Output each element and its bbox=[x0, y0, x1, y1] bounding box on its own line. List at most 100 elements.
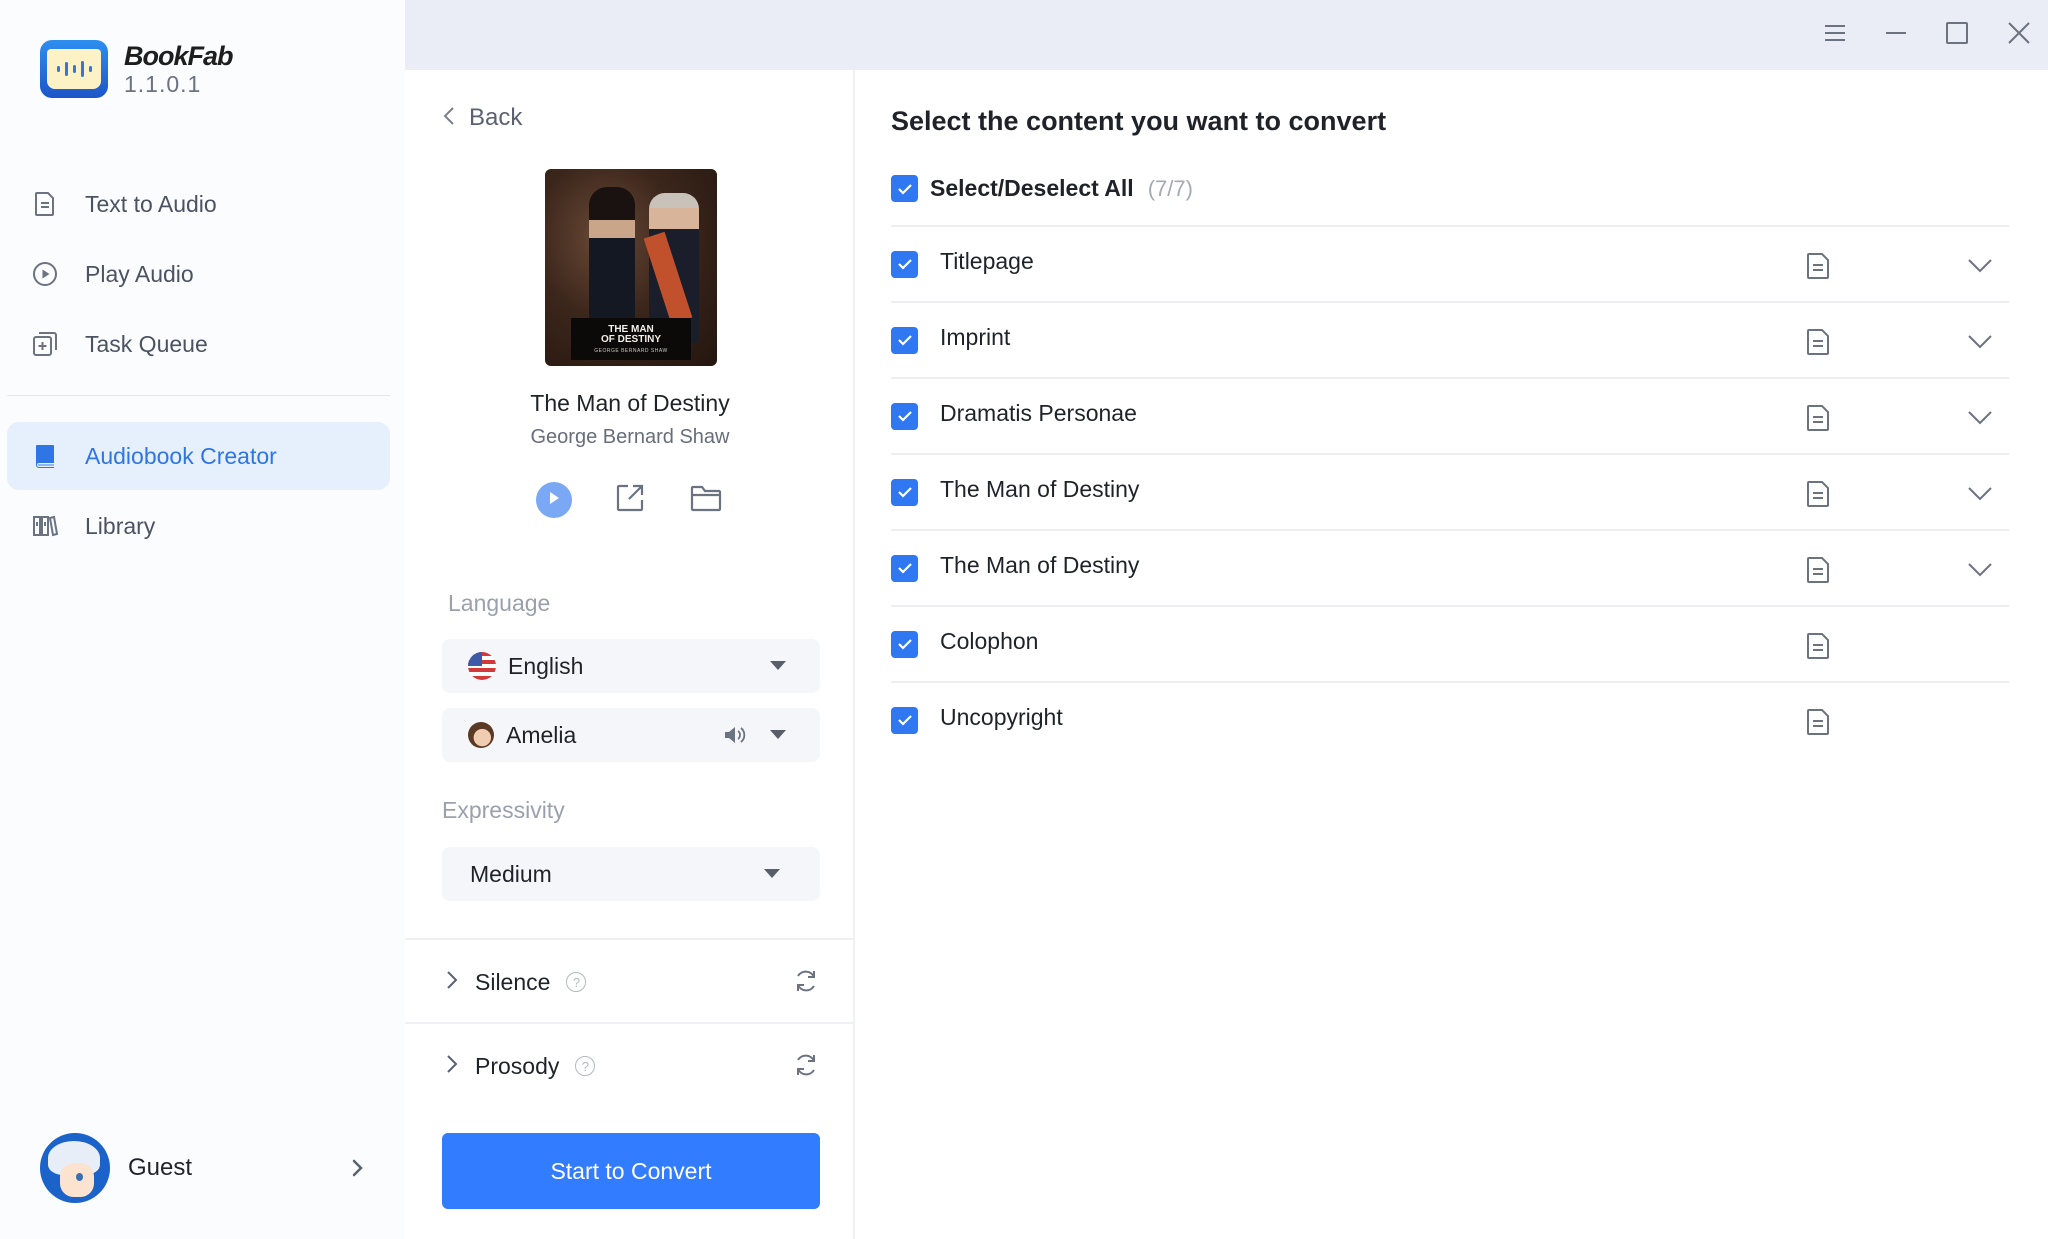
list-item: Colophon bbox=[891, 605, 2009, 681]
list-item: Uncopyright bbox=[891, 681, 2009, 757]
external-link-icon bbox=[614, 482, 646, 519]
list-item: The Man of Destiny bbox=[891, 453, 2009, 529]
chevron-down-icon[interactable] bbox=[1966, 329, 1994, 353]
sidebar-item-task-queue[interactable]: Task Queue bbox=[7, 310, 390, 378]
silence-section[interactable]: Silence ? bbox=[405, 940, 855, 1024]
book-author: George Bernard Shaw bbox=[530, 426, 730, 448]
open-folder-button[interactable] bbox=[688, 482, 724, 518]
document-preview-icon[interactable] bbox=[1803, 707, 1833, 737]
document-preview-icon[interactable] bbox=[1803, 555, 1833, 585]
menu-icon bbox=[1823, 23, 1847, 48]
document-preview-icon[interactable] bbox=[1803, 403, 1833, 433]
task-queue-icon bbox=[31, 330, 59, 358]
us-flag-icon bbox=[468, 652, 496, 680]
item-checkbox[interactable] bbox=[891, 706, 918, 734]
chevron-right-icon bbox=[445, 969, 459, 996]
close-icon bbox=[2007, 21, 2031, 50]
bookfab-logo-icon bbox=[40, 40, 108, 98]
book-title: The Man of Destiny bbox=[530, 390, 730, 416]
minimize-button[interactable] bbox=[1876, 15, 1916, 55]
item-label: Colophon bbox=[940, 627, 1039, 654]
menu-button[interactable] bbox=[1815, 15, 1855, 55]
language-select[interactable]: English bbox=[442, 639, 820, 693]
start-to-convert-button[interactable]: Start to Convert bbox=[442, 1133, 820, 1209]
select-all-row[interactable]: Select/Deselect All (7/7) bbox=[891, 175, 1193, 202]
item-label: Imprint bbox=[940, 323, 1011, 350]
sidebar-divider bbox=[7, 395, 390, 396]
voice-select[interactable]: Amelia bbox=[442, 708, 820, 762]
item-label: Dramatis Personae bbox=[940, 399, 1137, 426]
maximize-icon bbox=[1945, 21, 1969, 50]
document-preview-icon[interactable] bbox=[1803, 251, 1833, 281]
item-checkbox[interactable] bbox=[891, 630, 918, 658]
brand: BookFab 1.1.0.1 bbox=[40, 40, 234, 98]
select-all-count: (7/7) bbox=[1147, 175, 1193, 201]
help-icon[interactable]: ? bbox=[575, 1056, 596, 1076]
chevron-down-icon[interactable] bbox=[1966, 481, 1994, 505]
item-label: The Man of Destiny bbox=[940, 551, 1140, 578]
sidebar-item-audiobook-creator[interactable]: Audiobook Creator bbox=[7, 422, 390, 490]
document-icon bbox=[31, 190, 59, 218]
item-checkbox[interactable] bbox=[891, 326, 918, 354]
item-checkbox[interactable] bbox=[891, 554, 918, 582]
language-label: Language bbox=[448, 590, 551, 616]
close-button[interactable] bbox=[1999, 15, 2039, 55]
export-button[interactable] bbox=[612, 482, 648, 518]
expressivity-select[interactable]: Medium bbox=[442, 847, 820, 901]
select-all-label: Select/Deselect All bbox=[930, 175, 1134, 201]
document-preview-icon[interactable] bbox=[1803, 631, 1833, 661]
caret-down-icon bbox=[770, 730, 786, 739]
item-label: Uncopyright bbox=[940, 703, 1063, 730]
content-list: Titlepage Imprint Dramatis Personae The … bbox=[891, 225, 2009, 757]
select-all-checkbox[interactable] bbox=[891, 175, 918, 202]
list-item: Imprint bbox=[891, 301, 2009, 377]
play-icon bbox=[547, 490, 561, 511]
book-actions bbox=[405, 482, 855, 518]
reset-icon[interactable] bbox=[793, 968, 819, 994]
app-name: BookFab bbox=[124, 41, 234, 71]
silence-label: Silence bbox=[475, 968, 551, 995]
back-button[interactable]: Back bbox=[441, 104, 522, 132]
chevron-right-icon bbox=[445, 1053, 459, 1080]
help-icon[interactable]: ? bbox=[566, 972, 587, 992]
preview-play-button[interactable] bbox=[536, 482, 572, 518]
item-label: Titlepage bbox=[940, 247, 1034, 274]
user-profile[interactable]: Guest bbox=[40, 1133, 370, 1203]
chevron-down-icon[interactable] bbox=[1966, 557, 1994, 581]
item-checkbox[interactable] bbox=[891, 478, 918, 506]
reset-icon[interactable] bbox=[793, 1052, 819, 1078]
speaker-icon[interactable] bbox=[722, 723, 748, 747]
document-preview-icon[interactable] bbox=[1803, 327, 1833, 357]
voice-avatar bbox=[468, 722, 494, 748]
sidebar-item-library[interactable]: Library bbox=[7, 492, 390, 560]
prosody-label: Prosody bbox=[475, 1052, 560, 1079]
sidebar-item-text-to-audio[interactable]: Text to Audio bbox=[7, 170, 390, 238]
language-value: English bbox=[508, 652, 584, 679]
chevron-down-icon[interactable] bbox=[1966, 253, 1994, 277]
chevron-down-icon[interactable] bbox=[1966, 405, 1994, 429]
app-version: 1.1.0.1 bbox=[124, 71, 202, 97]
book-cover: THE MAN OF DESTINY GEORGE BERNARD SHAW bbox=[545, 169, 717, 366]
list-item: Dramatis Personae bbox=[891, 377, 2009, 453]
content-selection-panel: Select the content you want to convert S… bbox=[857, 70, 2048, 1239]
expressivity-label: Expressivity bbox=[442, 797, 565, 823]
maximize-button[interactable] bbox=[1937, 15, 1977, 55]
voice-value: Amelia bbox=[506, 721, 577, 748]
item-checkbox[interactable] bbox=[891, 250, 918, 278]
item-checkbox[interactable] bbox=[891, 402, 918, 430]
user-name: Guest bbox=[128, 1154, 193, 1181]
minimize-icon bbox=[1884, 23, 1908, 48]
document-preview-icon[interactable] bbox=[1803, 479, 1833, 509]
avatar bbox=[40, 1133, 110, 1203]
caret-down-icon bbox=[764, 869, 780, 878]
sidebar-item-play-audio[interactable]: Play Audio bbox=[7, 240, 390, 308]
sidebar-item-label: Audiobook Creator bbox=[85, 442, 277, 469]
caret-down-icon bbox=[770, 661, 786, 670]
list-item: Titlepage bbox=[891, 225, 2009, 301]
sidebar: BookFab 1.1.0.1 Text to Audio Play Audio… bbox=[0, 0, 405, 1239]
expressivity-value: Medium bbox=[470, 860, 552, 887]
sidebar-item-label: Library bbox=[85, 512, 156, 539]
cover-author: GEORGE BERNARD SHAW bbox=[594, 347, 668, 354]
prosody-section[interactable]: Prosody ? bbox=[405, 1024, 855, 1108]
library-icon bbox=[31, 512, 59, 540]
